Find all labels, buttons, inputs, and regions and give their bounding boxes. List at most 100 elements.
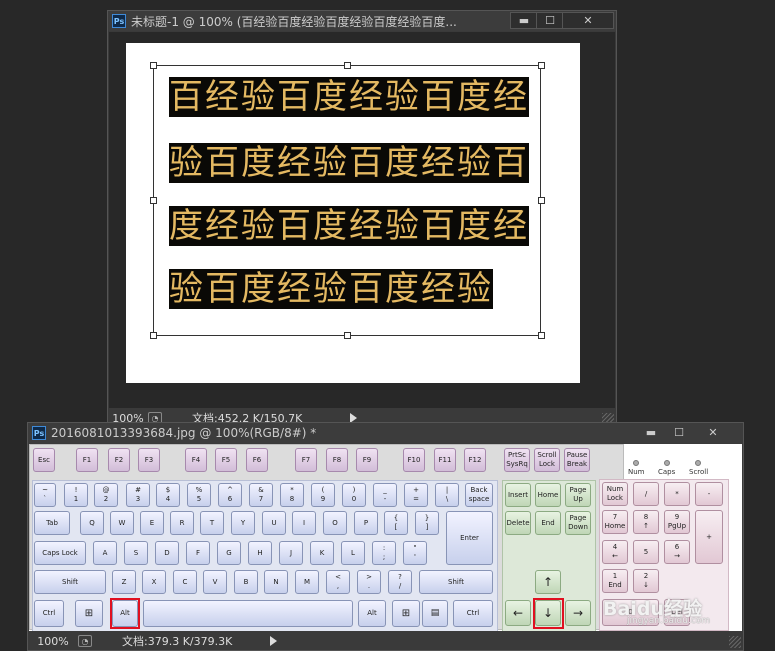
key-left-ctrl: Ctrl [34, 600, 64, 627]
key-tab: Tab [34, 511, 70, 535]
key-q: Q [80, 511, 104, 535]
scroll-led-label: Scroll [689, 468, 709, 476]
key-arrow-up: ↑ [535, 570, 561, 594]
key-f6: F6 [246, 448, 268, 472]
key-insert: Insert [505, 483, 531, 507]
close-button[interactable]: ✕ [693, 424, 733, 441]
transform-handle[interactable] [344, 332, 351, 339]
keyboard-image-canvas[interactable]: Esc F1 F2 F3 F4 F5 F6 F7 F8 F9 F10 F11 F… [29, 444, 742, 631]
key-numpad-subtract: - [695, 482, 723, 506]
key-b: B [234, 570, 258, 594]
key-right-ctrl: Ctrl [453, 600, 493, 627]
key-caps-lock: Caps Lock [34, 541, 86, 565]
key-h: H [248, 541, 272, 565]
transform-handle[interactable] [538, 332, 545, 339]
key-right-windows: ⊞ [392, 600, 420, 627]
key-page-down: Page Down [565, 511, 591, 535]
key-equals: + = [404, 483, 428, 507]
transform-bounding-box[interactable] [153, 65, 541, 336]
key-f8: F8 [326, 448, 348, 472]
key-g: G [217, 541, 241, 565]
key-f4: F4 [185, 448, 207, 472]
key-f12: F12 [464, 448, 486, 472]
key-numpad-divide: / [633, 482, 659, 506]
key-8: * 8 [280, 483, 304, 507]
key-e: E [140, 511, 164, 535]
transform-handle[interactable] [150, 197, 157, 204]
key-r: R [170, 511, 194, 535]
key-prtsc: PrtSc SysRq [504, 448, 530, 472]
caps-led [664, 460, 670, 466]
transform-handle[interactable] [538, 197, 545, 204]
status-icon[interactable]: ◔ [78, 635, 92, 647]
transform-handle[interactable] [150, 62, 157, 69]
key-f: F [186, 541, 210, 565]
key-esc: Esc [33, 448, 55, 472]
windows-logo-icon: ⊞ [401, 608, 411, 619]
minimize-button[interactable]: ▬ [510, 12, 538, 29]
transform-handle[interactable] [538, 62, 545, 69]
key-numpad-multiply: * [664, 482, 690, 506]
document-canvas[interactable]: 百经验百度经验百度经 验百度经验百度经验百 度经验百度经验百度经 验百度经验百度… [126, 43, 580, 383]
minimize-button[interactable]: ▬ [637, 424, 665, 441]
key-right-bracket: } ] [415, 511, 439, 535]
key-f7: F7 [295, 448, 317, 472]
key-enter: Enter [446, 511, 493, 565]
key-6: ^ 6 [218, 483, 242, 507]
key-3: # 3 [126, 483, 150, 507]
key-c: C [173, 570, 197, 594]
zoom-level[interactable]: 100% [28, 635, 78, 648]
transform-handle[interactable] [344, 62, 351, 69]
key-2: @ 2 [94, 483, 118, 507]
key-numpad-6: 6 → [664, 540, 690, 564]
resize-grip-icon[interactable] [729, 636, 741, 648]
document-title: 未标题-1 @ 100% (百经验百度经验百度经验百度经验百度... [131, 14, 457, 29]
key-4: $ 4 [156, 483, 180, 507]
key-home: Home [535, 483, 561, 507]
key-i: I [292, 511, 316, 535]
key-5: % 5 [187, 483, 211, 507]
key-f3: F3 [138, 448, 160, 472]
windows-logo-icon: ⊞ [84, 608, 94, 619]
key-d: D [155, 541, 179, 565]
num-led-label: Num [628, 468, 645, 476]
alt-key-highlight [110, 598, 140, 629]
num-led [633, 460, 639, 466]
key-arrow-left: ← [505, 600, 531, 626]
keyboard-image-titlebar[interactable]: Ps 2016081013393684.jpg @ 100%(RGB/8#) * [28, 423, 743, 443]
key-f11: F11 [434, 448, 456, 472]
key-minus: _ - [373, 483, 397, 507]
key-1: ! 1 [64, 483, 88, 507]
maximize-button[interactable]: ☐ [536, 12, 564, 29]
key-x: X [142, 570, 166, 594]
photoshop-icon: Ps [32, 426, 46, 440]
key-n: N [264, 570, 288, 594]
key-f5: F5 [215, 448, 237, 472]
key-j: J [279, 541, 303, 565]
status-menu-arrow-icon[interactable] [270, 636, 277, 646]
key-left-bracket: { [ [384, 511, 408, 535]
document-size-info: 文档:379.3 K/379.3K [122, 635, 233, 648]
key-l: L [341, 541, 365, 565]
down-arrow-highlight [533, 598, 564, 629]
key-0: ) 0 [342, 483, 366, 507]
key-scroll-lock: Scroll Lock [534, 448, 560, 472]
key-page-up: Page Up [565, 483, 591, 507]
key-v: V [203, 570, 227, 594]
key-w: W [110, 511, 134, 535]
key-left-windows: ⊞ [75, 600, 103, 627]
document-window: Ps 未标题-1 @ 100% (百经验百度经验百度经验百度经验百度... ▬ … [107, 10, 617, 428]
key-o: O [323, 511, 347, 535]
key-arrow-right: → [565, 600, 591, 626]
transform-handle[interactable] [150, 332, 157, 339]
maximize-button[interactable]: ☐ [665, 424, 693, 441]
key-f1: F1 [76, 448, 98, 472]
close-button[interactable]: ✕ [562, 12, 614, 29]
key-space [143, 600, 353, 627]
key-t: T [200, 511, 224, 535]
caps-led-label: Caps [658, 468, 676, 476]
key-p: P [354, 511, 378, 535]
menu-icon: ▤ [430, 608, 440, 618]
key-7: & 7 [249, 483, 273, 507]
canvas-area[interactable]: 百经验百度经验百度经 验百度经验百度经验百 度经验百度经验百度经 验百度经验百度… [109, 32, 615, 408]
